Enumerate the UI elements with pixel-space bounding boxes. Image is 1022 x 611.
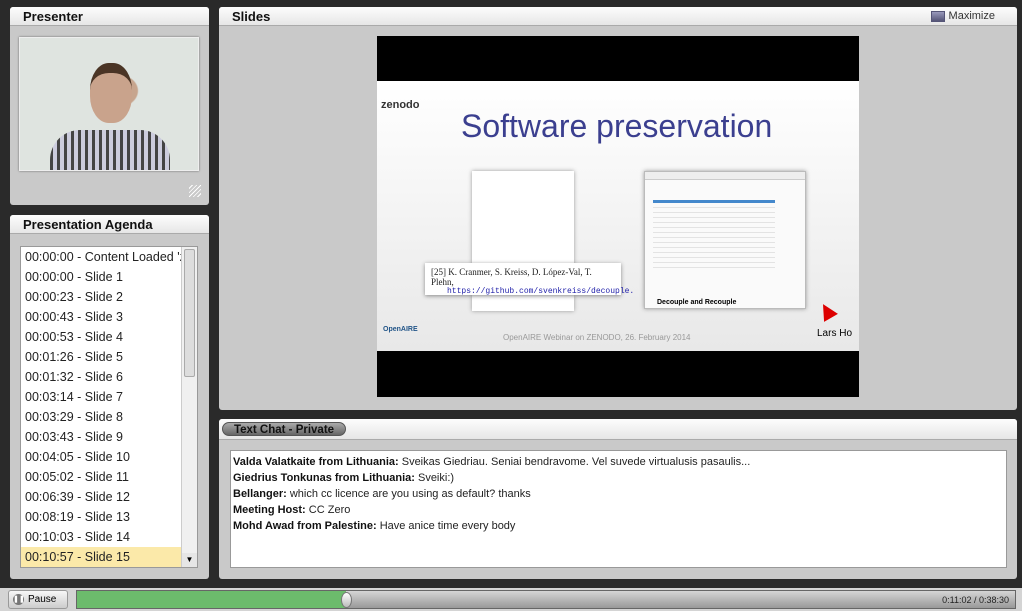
agenda-item[interactable]: 00:08:19 - Slide 13 bbox=[21, 507, 181, 527]
pause-button[interactable]: ❚❚ Pause bbox=[8, 590, 68, 609]
agenda-item[interactable]: 00:05:02 - Slide 11 bbox=[21, 467, 181, 487]
agenda-item[interactable]: 00:00:43 - Slide 3 bbox=[21, 307, 181, 327]
presenter-video bbox=[19, 37, 199, 171]
agenda-item[interactable]: 00:10:03 - Slide 14 bbox=[21, 527, 181, 547]
message-author: Meeting Host: bbox=[233, 504, 306, 516]
chat-message: Valda Valatkaite from Lithuania: Sveikas… bbox=[233, 454, 1004, 470]
agenda-item[interactable]: 00:00:00 - Content Loaded 'z bbox=[21, 247, 181, 267]
progress-fill bbox=[77, 591, 346, 608]
zenodo-logo: zenodo bbox=[381, 99, 420, 111]
presenter-name: Lars Ho bbox=[817, 328, 853, 339]
agenda-scrollbar[interactable]: ▼ bbox=[181, 247, 197, 567]
slide-citation: [25] K. Cranmer, S. Kreiss, D. López-Val… bbox=[425, 263, 635, 296]
chat-messages: Valda Valatkaite from Lithuania: Sveikas… bbox=[230, 450, 1007, 568]
seek-handle[interactable] bbox=[340, 592, 352, 608]
message-author: Mohd Awad from Palestine: bbox=[233, 520, 377, 532]
seek-slider[interactable]: 0:11:02 / 0:38:30 bbox=[76, 590, 1016, 609]
agenda-list: 00:00:00 - Content Loaded 'z 00:00:00 - S… bbox=[20, 246, 198, 568]
chat-message: Mohd Awad from Palestine: Have anice tim… bbox=[233, 518, 1004, 534]
message-author: Giedrius Tonkunas from Lithuania: bbox=[233, 472, 415, 484]
agenda-item[interactable]: 00:06:39 - Slide 12 bbox=[21, 487, 181, 507]
agenda-item[interactable]: 00:03:14 - Slide 7 bbox=[21, 387, 181, 407]
agenda-item[interactable]: 00:00:00 - Slide 1 bbox=[21, 267, 181, 287]
agenda-item[interactable]: 00:01:32 - Slide 6 bbox=[21, 367, 181, 387]
slide-footer: OpenAIRE Webinar on ZENODO, 26. February… bbox=[503, 333, 691, 342]
scroll-down-icon[interactable]: ▼ bbox=[182, 553, 197, 567]
citation-url: https://github.com/svenkreiss/decouple. bbox=[447, 287, 635, 296]
slide-title: Software preservation bbox=[461, 108, 773, 144]
screenshot-heading: Decouple and Recouple bbox=[657, 299, 737, 306]
slides-panel: Slides Maximize zenodo Software preserva… bbox=[219, 7, 1017, 410]
maximize-button[interactable]: Maximize bbox=[930, 10, 995, 22]
slides-title: Slides bbox=[219, 7, 1017, 26]
slide-view: zenodo Software preservation [25] K. Cra… bbox=[377, 36, 859, 397]
message-text: Sveikas Giedriau. Seniai bendravome. Vel… bbox=[398, 456, 751, 468]
chat-message: Bellanger: which cc licence are you usin… bbox=[233, 486, 1004, 502]
openaire-logo: OpenAIRE bbox=[383, 326, 418, 333]
pause-label: Pause bbox=[28, 594, 57, 605]
message-text: Sveiki:) bbox=[414, 472, 455, 484]
agenda-item[interactable]: 00:01:26 - Slide 5 bbox=[21, 347, 181, 367]
message-author: Bellanger: bbox=[233, 488, 287, 500]
agenda-item[interactable]: 00:00:23 - Slide 2 bbox=[21, 287, 181, 307]
maximize-label: Maximize bbox=[948, 10, 995, 22]
agenda-title: Presentation Agenda bbox=[10, 215, 209, 234]
time-display: 0:11:02 / 0:38:30 bbox=[942, 595, 1009, 605]
agenda-item[interactable]: 00:04:05 - Slide 10 bbox=[21, 447, 181, 467]
pointer-cursor-icon bbox=[816, 300, 838, 322]
chat-message: Meeting Host: CC Zero bbox=[233, 502, 1004, 518]
presenter-title: Presenter bbox=[10, 7, 209, 26]
resize-handle-icon[interactable] bbox=[189, 185, 201, 197]
chat-panel: Text Chat - Private Valda Valatkaite fro… bbox=[219, 419, 1017, 579]
pause-icon: ❚❚ bbox=[13, 594, 25, 605]
github-screenshot: Decouple and Recouple bbox=[644, 171, 806, 309]
message-author: Valda Valatkaite from Lithuania: bbox=[233, 456, 399, 468]
tab-text-chat-private[interactable]: Text Chat - Private bbox=[222, 422, 346, 436]
playback-bar: ❚❚ Pause 0:11:02 / 0:38:30 bbox=[0, 588, 1022, 611]
citation-text: [25] K. Cranmer, S. Kreiss, D. López-Val… bbox=[431, 267, 592, 287]
agenda-item[interactable]: 00:00:53 - Slide 4 bbox=[21, 327, 181, 347]
presenter-panel: Presenter bbox=[10, 7, 209, 205]
message-text: Have anice time every body bbox=[376, 520, 516, 532]
chat-message: Giedrius Tonkunas from Lithuania: Sveiki… bbox=[233, 470, 1004, 486]
message-text: CC Zero bbox=[305, 504, 351, 516]
agenda-item[interactable]: 00:03:43 - Slide 9 bbox=[21, 427, 181, 447]
agenda-item[interactable]: 00:03:29 - Slide 8 bbox=[21, 407, 181, 427]
agenda-panel: Presentation Agenda 00:00:00 - Content L… bbox=[10, 215, 209, 579]
message-text: which cc licence are you using as defaul… bbox=[286, 488, 531, 500]
agenda-item[interactable]: 00:10:57 - Slide 15 bbox=[21, 547, 181, 567]
maximize-icon bbox=[930, 10, 945, 22]
